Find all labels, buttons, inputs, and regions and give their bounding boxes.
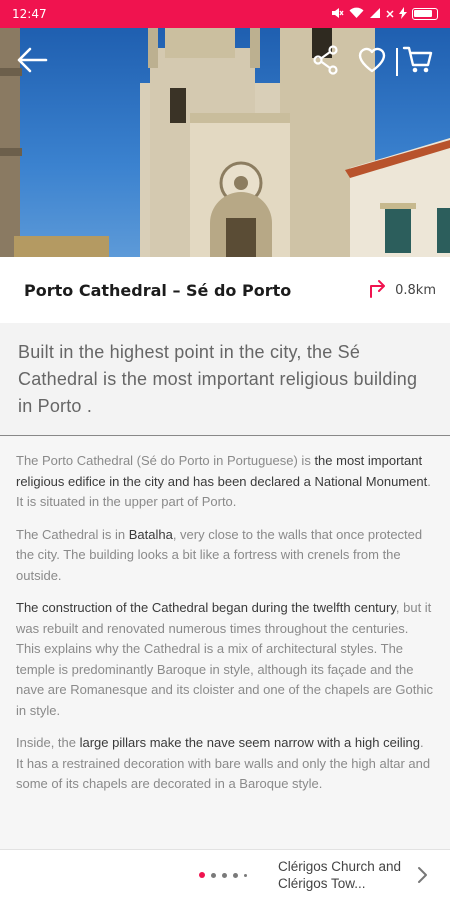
text-span: The Cathedral is in — [16, 526, 129, 542]
description-paragraph: The Porto Cathedral (Sé do Porto in Port… — [16, 451, 434, 513]
place-summary: Built in the highest point in the city, … — [0, 323, 450, 436]
description-paragraph: The Cathedral is in Batalha, very close … — [16, 525, 434, 587]
distance-link[interactable]: 0.8km — [367, 277, 436, 303]
next-place-bar[interactable]: Clérigos Church and Clérigos Tow... — [0, 849, 450, 900]
status-icons — [330, 6, 438, 22]
share-button[interactable] — [308, 44, 344, 80]
text-span: The Porto Cathedral (Sé do Porto in Port… — [16, 453, 315, 468]
pager-dot — [211, 872, 216, 878]
pager-dot — [233, 872, 238, 878]
pager-dot — [244, 873, 247, 877]
status-time: 12:47 — [12, 7, 47, 21]
wifi-icon — [349, 7, 364, 22]
chevron-right-icon[interactable] — [414, 865, 430, 889]
highlight-text: The construction of the Cathedral began … — [16, 600, 396, 615]
share-icon — [312, 45, 340, 79]
description-paragraph: Inside, the large pillars make the nave … — [16, 733, 434, 795]
signal-icon — [369, 7, 381, 22]
highlight-text: large pillars make the nave seem narrow … — [79, 735, 420, 750]
highlight-text: Batalha — [128, 526, 173, 542]
battery-icon — [412, 8, 438, 20]
status-bar: 12:47 — [0, 0, 450, 28]
header-divider — [396, 48, 398, 76]
x-icon — [386, 8, 394, 21]
mute-icon — [330, 7, 344, 22]
text-span: , but it was rebuilt and renovated numer… — [16, 600, 433, 718]
place-description: The Porto Cathedral (Sé do Porto in Port… — [0, 437, 450, 849]
pager-dot — [222, 872, 227, 878]
next-place-label[interactable]: Clérigos Church and Clérigos Tow... — [278, 858, 408, 892]
cart-icon — [402, 45, 434, 79]
back-button[interactable] — [14, 44, 50, 80]
distance-value: 0.8km — [395, 282, 436, 298]
place-header: Porto Cathedral – Sé do Porto 0.8km — [0, 257, 450, 323]
cart-button[interactable] — [400, 44, 436, 80]
turn-right-arrow-icon — [367, 277, 389, 303]
charging-icon — [399, 6, 407, 22]
pager-dot — [199, 872, 205, 878]
favorite-button[interactable] — [354, 44, 390, 80]
text-span: Inside, the — [16, 735, 80, 750]
description-paragraph: The construction of the Cathedral began … — [16, 598, 434, 721]
arrow-left-icon — [16, 47, 48, 77]
place-title: Porto Cathedral – Sé do Porto — [24, 280, 292, 300]
pager-dots — [199, 872, 247, 878]
heart-icon — [357, 46, 387, 78]
